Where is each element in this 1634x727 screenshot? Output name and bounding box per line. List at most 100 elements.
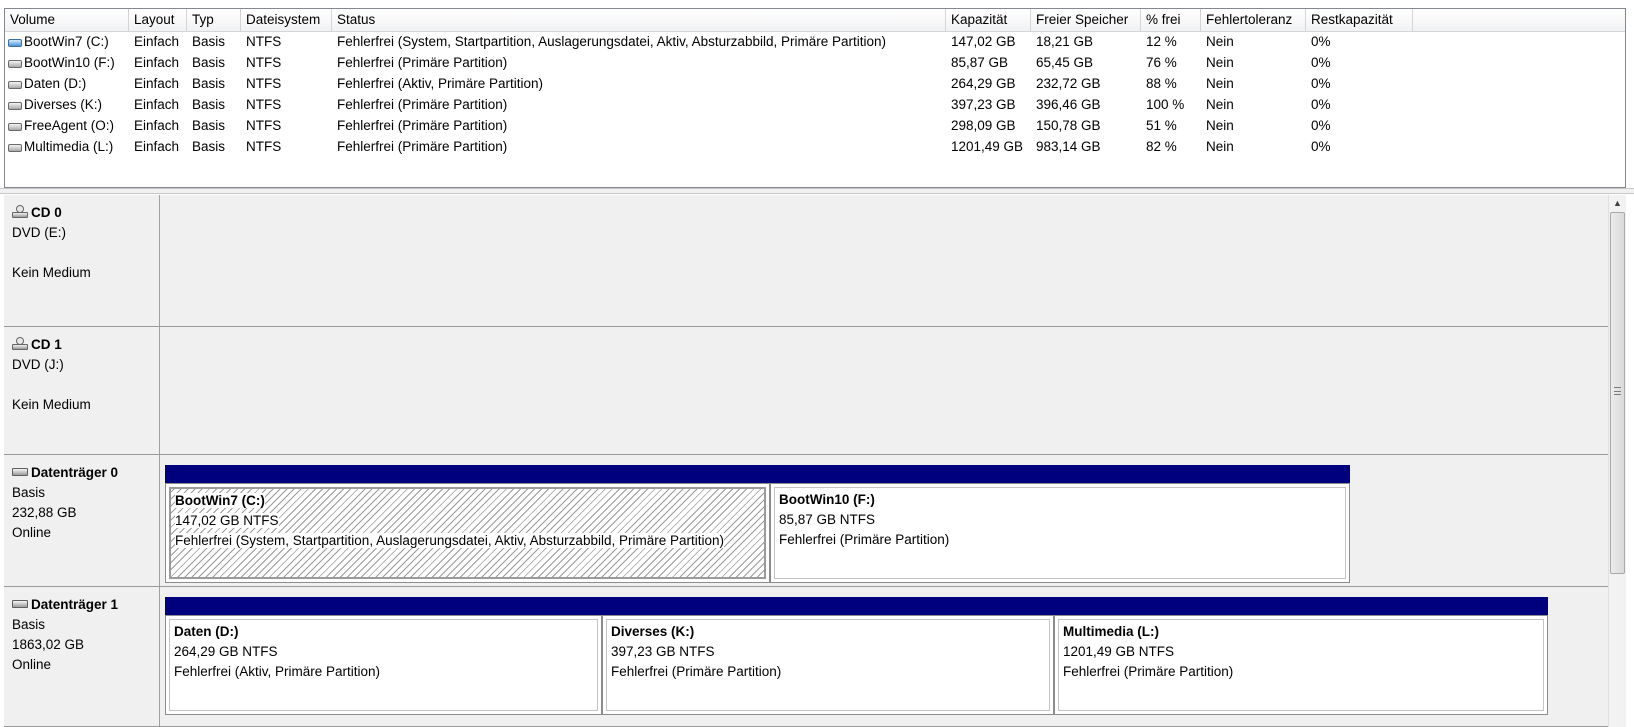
status-cell: Fehlerfrei (Primäre Partition) [337, 139, 508, 154]
percent-free-cell: 100 % [1146, 97, 1185, 112]
table-row[interactable]: BootWin10 (F:) Einfach Basis NTFS Fehler… [5, 52, 1625, 73]
overhead-cell: 0% [1311, 97, 1331, 112]
table-row[interactable]: FreeAgent (O:) Einfach Basis NTFS Fehler… [5, 115, 1625, 136]
pane-splitter[interactable] [0, 188, 1634, 194]
table-row[interactable]: BootWin7 (C:) Einfach Basis NTFS Fehlerf… [5, 31, 1625, 52]
disk-area-cd0 [160, 195, 1608, 326]
typ-cell: Basis [192, 76, 226, 91]
disk-size: 232,88 GB [12, 505, 77, 520]
partition-header-bar [1054, 597, 1548, 615]
partition-bootwin10[interactable]: BootWin10 (F:) 85,87 GB NTFS Fehlerfrei … [770, 465, 1350, 583]
column-header-typ[interactable]: Typ [187, 9, 241, 31]
fault-tolerance-cell: Nein [1206, 139, 1234, 154]
disk-title: Datenträger 0 [31, 465, 119, 480]
partition-multimedia[interactable]: Multimedia (L:) 1201,49 GB NTFS Fehlerfr… [1054, 597, 1548, 715]
disk-area-cd1 [160, 327, 1608, 454]
capacity-cell: 1201,49 GB [951, 139, 1024, 154]
partition-name: Diverses (K:) [611, 624, 695, 639]
capacity-cell: 147,02 GB [951, 34, 1016, 49]
disk-media-status: Kein Medium [12, 265, 91, 280]
percent-free-cell: 51 % [1146, 118, 1177, 133]
disk-drive-letter: DVD (E:) [12, 225, 66, 240]
partition-status: Fehlerfrei (System, Startpartition, Ausl… [175, 533, 724, 548]
fault-tolerance-cell: Nein [1206, 55, 1234, 70]
partition-status: Fehlerfrei (Primäre Partition) [1063, 664, 1234, 679]
drive-icon [8, 123, 22, 131]
volume-name: BootWin10 (F:) [24, 55, 115, 70]
disk-label-cd0[interactable]: CD 0 DVD (E:) Kein Medium [4, 195, 160, 326]
partition-header-bar [602, 597, 1054, 615]
scrollbar-thumb[interactable] [1610, 212, 1625, 574]
partition-name: BootWin7 (C:) [175, 493, 265, 508]
free-space-cell: 232,72 GB [1036, 76, 1101, 91]
column-header-dateisystem[interactable]: Dateisystem [241, 9, 332, 31]
layout-cell: Einfach [134, 76, 180, 91]
typ-cell: Basis [192, 97, 226, 112]
column-header-filler [1413, 9, 1625, 31]
capacity-cell: 85,87 GB [951, 55, 1009, 70]
partition-name: Daten (D:) [174, 624, 239, 639]
disk-row-cd0: CD 0 DVD (E:) Kein Medium [4, 195, 1608, 327]
fault-tolerance-cell: Nein [1206, 118, 1234, 133]
capacity-cell: 264,29 GB [951, 76, 1016, 91]
disk-area-disk0: BootWin7 (C:) 147,02 GB NTFS Fehlerfrei … [160, 455, 1608, 586]
free-space-cell: 65,45 GB [1036, 55, 1094, 70]
layout-cell: Einfach [134, 97, 180, 112]
disk-title: Datenträger 1 [31, 597, 119, 612]
disk-map-pane: CD 0 DVD (E:) Kein Medium CD 1 DVD (J:) … [4, 195, 1608, 727]
table-row[interactable]: Daten (D:) Einfach Basis NTFS Fehlerfrei… [5, 73, 1625, 94]
partition-size: 264,29 GB NTFS [174, 644, 278, 659]
filesystem-cell: NTFS [246, 76, 282, 91]
scrollbar-grip-icon [1614, 387, 1621, 395]
volume-name: BootWin7 (C:) [24, 34, 109, 49]
disk-media-status: Kein Medium [12, 397, 91, 412]
disk-size: 1863,02 GB [12, 637, 85, 652]
disk-label-cd1[interactable]: CD 1 DVD (J:) Kein Medium [4, 327, 160, 454]
partition-bootwin7[interactable]: BootWin7 (C:) 147,02 GB NTFS Fehlerfrei … [165, 465, 770, 583]
vertical-scrollbar[interactable]: ▲ [1608, 195, 1626, 727]
hard-disk-icon [12, 600, 28, 608]
column-header-restkapazitaet[interactable]: Restkapazität [1306, 9, 1413, 31]
partition-daten[interactable]: Daten (D:) 264,29 GB NTFS Fehlerfrei (Ak… [165, 597, 602, 715]
filesystem-cell: NTFS [246, 97, 282, 112]
disk-state: Online [12, 525, 52, 540]
partition-header-bar [165, 597, 602, 615]
disk-state: Online [12, 657, 52, 672]
status-cell: Fehlerfrei (Aktiv, Primäre Partition) [337, 76, 544, 91]
status-cell: Fehlerfrei (Primäre Partition) [337, 97, 508, 112]
disk-label-disk1[interactable]: Datenträger 1 Basis 1863,02 GB Online [4, 587, 160, 726]
disk-row-disk1: Datenträger 1 Basis 1863,02 GB Online Da… [4, 587, 1608, 727]
typ-cell: Basis [192, 55, 226, 70]
status-cell: Fehlerfrei (System, Startpartition, Ausl… [337, 34, 886, 49]
table-row[interactable]: Diverses (K:) Einfach Basis NTFS Fehlerf… [5, 94, 1625, 115]
column-header-kapazitaet[interactable]: Kapazität [946, 9, 1031, 31]
volume-list[interactable]: Volume Layout Typ Dateisystem Status Kap… [4, 8, 1626, 188]
column-header-layout[interactable]: Layout [129, 9, 187, 31]
overhead-cell: 0% [1311, 76, 1331, 91]
scroll-up-arrow-icon[interactable]: ▲ [1609, 195, 1626, 212]
free-space-cell: 150,78 GB [1036, 118, 1101, 133]
typ-cell: Basis [192, 118, 226, 133]
disk-drive-letter: DVD (J:) [12, 357, 64, 372]
column-header-freier-speicher[interactable]: Freier Speicher [1031, 9, 1141, 31]
free-space-cell: 18,21 GB [1036, 34, 1094, 49]
partition-size: 147,02 GB NTFS [175, 513, 279, 528]
partition-name: BootWin10 (F:) [779, 492, 875, 507]
fault-tolerance-cell: Nein [1206, 76, 1234, 91]
table-row[interactable]: Multimedia (L:) Einfach Basis NTFS Fehle… [5, 136, 1625, 157]
column-header-prozent-frei[interactable]: % frei [1141, 9, 1201, 31]
disk-title: CD 0 [31, 205, 62, 220]
status-cell: Fehlerfrei (Primäre Partition) [337, 118, 508, 133]
disk-label-disk0[interactable]: Datenträger 0 Basis 232,88 GB Online [4, 455, 160, 586]
column-header-fehlertoleranz[interactable]: Fehlertoleranz [1201, 9, 1306, 31]
layout-cell: Einfach [134, 55, 180, 70]
overhead-cell: 0% [1311, 55, 1331, 70]
disk-type: Basis [12, 485, 46, 500]
overhead-cell: 0% [1311, 139, 1331, 154]
overhead-cell: 0% [1311, 118, 1331, 133]
column-header-volume[interactable]: Volume [5, 9, 129, 31]
status-cell: Fehlerfrei (Primäre Partition) [337, 55, 508, 70]
partition-diverses[interactable]: Diverses (K:) 397,23 GB NTFS Fehlerfrei … [602, 597, 1054, 715]
disk-row-cd1: CD 1 DVD (J:) Kein Medium [4, 327, 1608, 455]
column-header-status[interactable]: Status [332, 9, 946, 31]
